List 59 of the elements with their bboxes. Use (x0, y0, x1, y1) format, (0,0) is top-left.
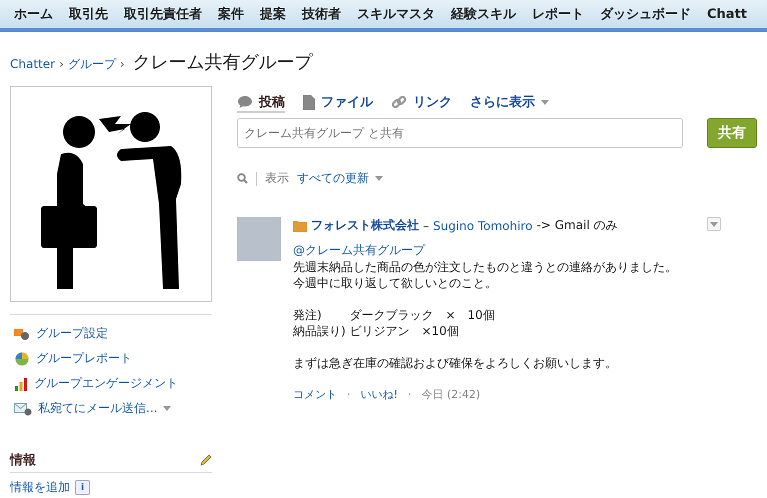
avatar-placeholder (237, 217, 281, 261)
nav-tab[interactable]: ダッシュボード (592, 5, 699, 23)
separator-dot: · (347, 388, 350, 401)
post-menu-button[interactable] (707, 217, 721, 231)
mention-link[interactable]: @クレーム共有グループ (293, 242, 757, 259)
page-title: クレーム共有グループ (132, 51, 313, 74)
chain-link-icon (391, 94, 407, 110)
nav-tab[interactable]: 経験スキル (443, 5, 524, 23)
search-icon[interactable] (237, 173, 248, 184)
sidebar-action-link[interactable]: グループエンゲージメント (10, 371, 212, 396)
visibility-text: -> Gmail のみ (536, 217, 618, 234)
post-text: まずは急ぎ在庫の確認および確保をよろしくお願いします。 (293, 355, 618, 371)
post-text: 発注) ダークブラック × 10個 (293, 307, 496, 323)
bar-chart-icon (14, 376, 28, 390)
publisher-tab[interactable]: 投稿 (237, 93, 285, 113)
publisher-tab[interactable]: さらに表示 (470, 93, 549, 113)
nav-tab[interactable]: 技術者 (294, 5, 349, 23)
nav-tab[interactable]: 提案 (252, 5, 294, 23)
caret-icon (541, 100, 549, 104)
post-action-link[interactable]: いいね! (360, 387, 398, 402)
nav-tab[interactable]: 案件 (210, 5, 252, 23)
nav-tab[interactable]: 取引先責任者 (116, 5, 210, 23)
breadcrumb-link[interactable]: Chatter (10, 57, 56, 71)
nav-tab[interactable]: レポート (524, 5, 592, 23)
pencil-icon[interactable] (200, 454, 212, 466)
separator-dot: · (408, 388, 412, 401)
nav-tab[interactable]: スキルマスタ (349, 5, 443, 23)
caret-icon (710, 222, 718, 226)
nav-tab[interactable]: Chatt (699, 6, 755, 22)
sidebar-action-link[interactable]: 私宛てにメール送信... (10, 396, 212, 421)
folder-icon (293, 219, 307, 232)
add-info-link[interactable]: 情報を追加 (10, 479, 70, 496)
dash: – (423, 218, 429, 232)
timestamp: 今日 (2:42) (421, 387, 480, 402)
post-text: 納品誤り) ビリジアン ×10個 (293, 323, 460, 339)
caret-icon (375, 176, 383, 181)
company-link[interactable]: フォレスト株式会社 (311, 217, 419, 234)
info-badge[interactable]: i (75, 480, 90, 495)
breadcrumb-separator: › (59, 57, 64, 71)
filter-dropdown[interactable]: すべての更新 (297, 170, 383, 187)
author-link[interactable]: Sugino Tomohiro (433, 218, 533, 232)
breadcrumb-link[interactable]: グループ (68, 56, 116, 73)
section-heading: 情報 (10, 452, 36, 469)
sidebar-action-link[interactable]: グループレポート (10, 346, 212, 371)
pie-chart-icon (14, 352, 30, 366)
nav-tab[interactable]: ホーム (6, 5, 61, 23)
speech-bubble-icon (237, 95, 253, 109)
post-action-link[interactable]: コメント (293, 387, 337, 402)
post-text: 先週末納品した商品の色が注文したものと違うとの連絡がありました。 (293, 259, 678, 275)
filter-label: 表示 (265, 170, 289, 187)
caret-icon (163, 406, 172, 411)
sidebar-action-link[interactable]: グループ設定 (10, 321, 212, 346)
share-input-field[interactable]: クレーム共有グループ と共有 (237, 118, 683, 148)
nav-tab[interactable]: 取引先 (61, 5, 116, 23)
document-icon (303, 94, 315, 110)
publisher-tab[interactable]: リンク (391, 93, 452, 113)
breadcrumb-separator: › (120, 57, 125, 71)
publisher-tab[interactable]: ファイル (303, 93, 373, 113)
post-text: 今週中に取り返して欲しいとのこと。 (293, 275, 498, 291)
